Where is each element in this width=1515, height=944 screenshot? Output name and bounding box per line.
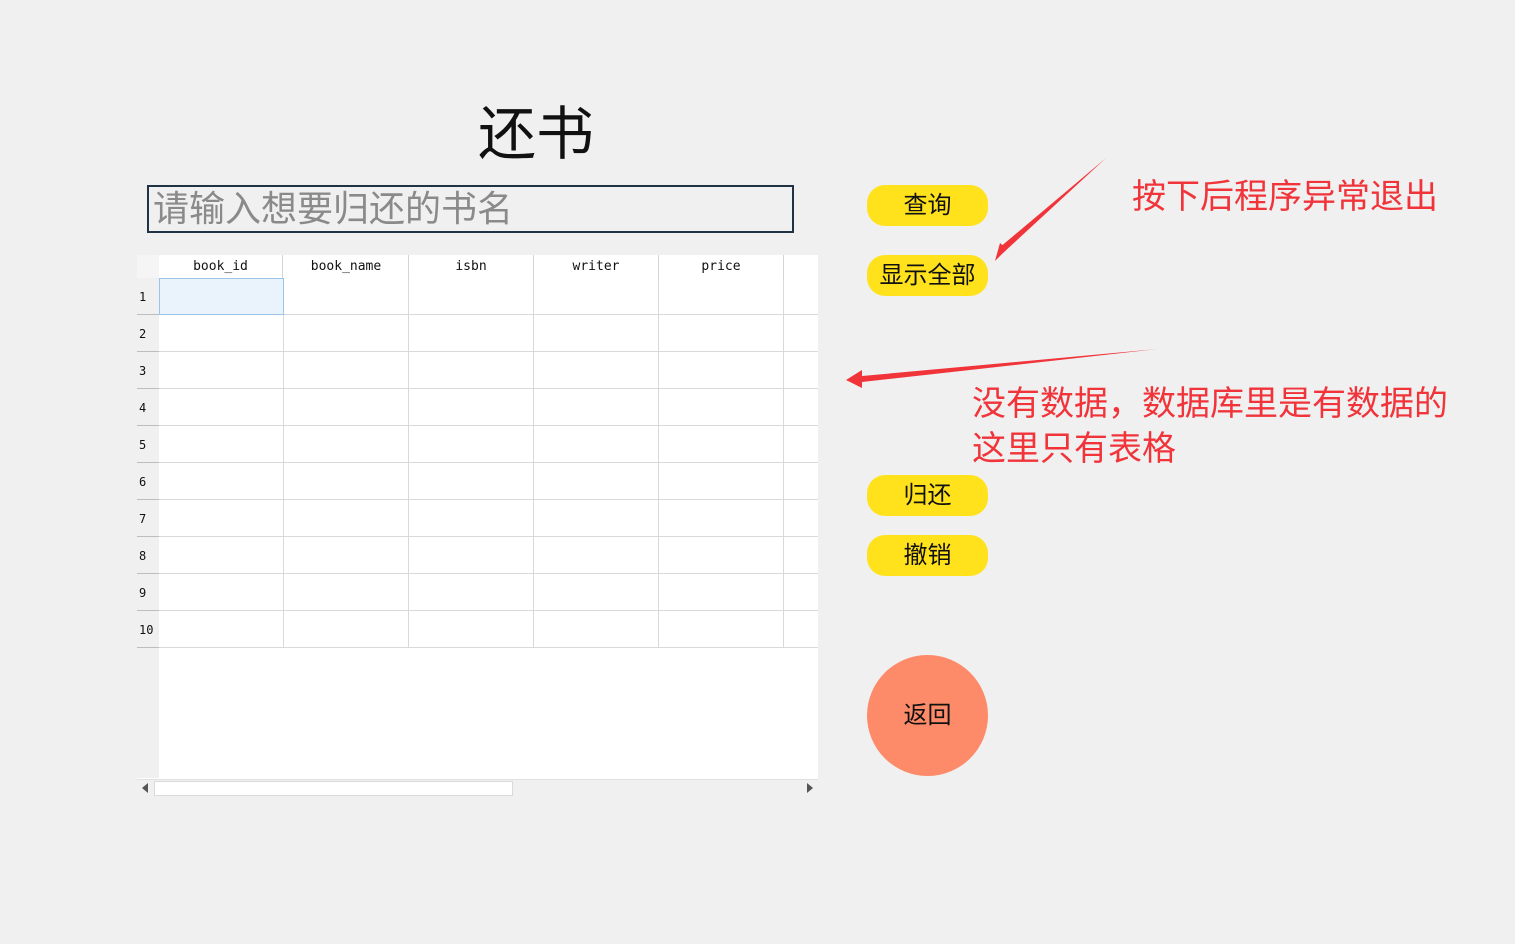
arrow-to-show-all-icon [999, 158, 1106, 253]
no-data-annotation-line2: 这里只有表格 [972, 429, 1176, 469]
arrow-to-table-icon [862, 349, 1158, 382]
no-data-annotation-line1: 没有数据，数据库里是有数据的 [972, 384, 1448, 424]
annotation-arrows [846, 158, 1158, 388]
crash-annotation: 按下后程序异常退出 [1132, 177, 1438, 217]
